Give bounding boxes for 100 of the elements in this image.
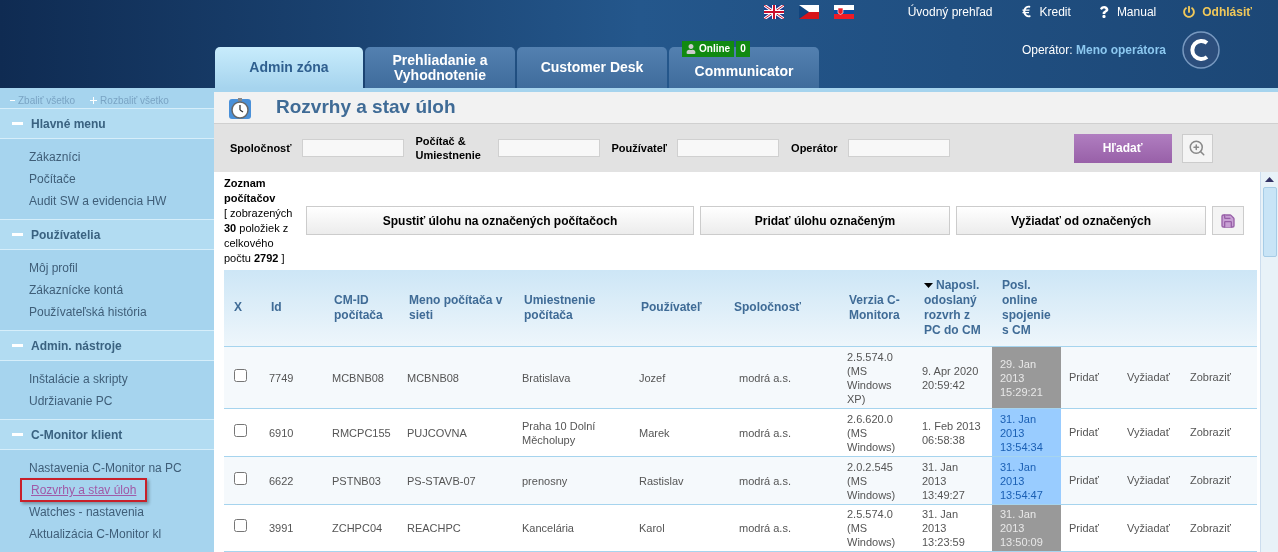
sidebar-link[interactable]: Udržiavanie PC: [20, 391, 122, 411]
table-cell: 6910: [269, 426, 294, 439]
scroll-up-icon[interactable]: [1265, 177, 1274, 182]
row-link[interactable]: Vyžiadať: [1127, 426, 1170, 439]
logo-icon: [1182, 30, 1220, 69]
section-header[interactable]: Hlavné menu: [0, 108, 214, 139]
top-link[interactable]: Odhlásiť: [1183, 2, 1252, 21]
sidebar-link[interactable]: Watches - nastavenia: [20, 502, 153, 522]
last-online-cell: 31. Jan 2013 13:54:47: [992, 456, 1061, 505]
online-badge: Online: [682, 41, 735, 57]
table-cell: RMCPC155: [332, 426, 391, 439]
section-header[interactable]: Admin. nástroje: [0, 330, 214, 361]
collapse-icon: [12, 233, 23, 236]
row-checkbox[interactable]: [234, 519, 247, 533]
table-cell: Bratislava: [522, 371, 571, 384]
filter-field[interactable]: [497, 139, 600, 157]
help-icon: [1097, 5, 1110, 18]
filter-label: Počítač & Umiestnenie: [415, 134, 482, 162]
row-link[interactable]: Vyžiadať: [1127, 521, 1170, 534]
export-button[interactable]: [1212, 206, 1244, 236]
uk-flag-icon[interactable]: [763, 4, 784, 19]
row-link[interactable]: Zobraziť: [1190, 426, 1231, 439]
scrollbar-thumb[interactable]: [1262, 187, 1277, 257]
table-cell: modrá a.s.: [739, 474, 791, 487]
cz-flag-icon[interactable]: [798, 4, 819, 19]
stopwatch-icon: [228, 95, 252, 120]
table-cell: 31. Jan 2013 13:49:27: [922, 460, 965, 501]
column-header[interactable]: Posl. online spojenie s CM: [992, 269, 1061, 347]
top-link[interactable]: Manual: [1097, 2, 1157, 21]
row-link[interactable]: Pridať: [1069, 426, 1099, 439]
action-button[interactable]: Pridať úlohu označeným: [700, 206, 950, 236]
table-cell: modrá a.s.: [739, 426, 791, 439]
sidebar-link[interactable]: Používateľská história: [20, 302, 156, 322]
operator-label: Operátor: Meno operátora: [1021, 41, 1166, 59]
row-checkbox[interactable]: [234, 368, 247, 382]
table-cell: 2.5.574.0 (MS Windows): [847, 508, 896, 548]
section-header[interactable]: C-Monitor klient: [0, 419, 214, 450]
action-button[interactable]: Spustiť úlohu na označených počítačoch: [306, 206, 694, 236]
online-count: 0: [736, 41, 750, 57]
zoom-in-icon: [1188, 139, 1207, 157]
top-link[interactable]: Kredit: [1019, 2, 1071, 21]
row-link[interactable]: Pridať: [1069, 474, 1099, 487]
top-link[interactable]: Úvodný prehľad: [907, 2, 993, 21]
collapse-icon: [12, 433, 23, 436]
last-online-cell: 29. Jan 2013 15:29:21: [992, 346, 1061, 409]
sk-flag-icon[interactable]: [833, 4, 854, 19]
column-header[interactable]: Meno počítača v sieti: [399, 269, 514, 347]
table-cell: 1. Feb 2013 06:58:38: [922, 419, 981, 446]
table-cell: modrá a.s.: [739, 371, 791, 384]
row-link[interactable]: Zobraziť: [1190, 521, 1231, 534]
sidebar-link[interactable]: Inštalácie a skripty: [20, 369, 137, 389]
table-cell: 2.5.574.0 (MS Windows XP): [847, 350, 893, 405]
column-header[interactable]: X: [224, 269, 261, 347]
nav-tab[interactable]: Prehliadanie a Vyhodnotenie: [365, 47, 515, 88]
sidebar-link[interactable]: Môj profil: [20, 258, 87, 278]
sidebar-link[interactable]: Zákaznícke kontá: [20, 280, 133, 300]
sidebar-link[interactable]: Audit SW a evidencia HW: [20, 191, 176, 211]
action-button[interactable]: Vyžiadať od označených: [956, 206, 1206, 236]
row-link[interactable]: Vyžiadať: [1127, 474, 1170, 487]
section-header[interactable]: Používatelia: [0, 219, 214, 250]
nav-tab[interactable]: Admin zóna: [215, 47, 363, 88]
row-link[interactable]: Pridať: [1069, 371, 1099, 384]
row-link[interactable]: Pridať: [1069, 521, 1099, 534]
euro-icon: [1019, 5, 1033, 18]
row-checkbox[interactable]: [234, 471, 247, 485]
column-header[interactable]: Naposl. odoslaný rozvrh z PC do CM: [914, 269, 992, 347]
sort-down-icon: [924, 283, 933, 289]
search-button[interactable]: Hľadať: [1073, 133, 1172, 163]
table-cell: prenosny: [522, 474, 568, 487]
save-icon: [1220, 212, 1236, 229]
table-cell: 2.0.2.545 (MS Windows): [847, 460, 896, 501]
table-cell: Rastislav: [639, 474, 684, 487]
table-cell: 9. Apr 2020 20:59:42: [922, 364, 979, 391]
column-header[interactable]: CM-ID počítača: [324, 269, 399, 347]
row-link[interactable]: Zobraziť: [1190, 474, 1231, 487]
table-cell: 6622: [269, 474, 294, 487]
filter-field[interactable]: [677, 139, 780, 157]
row-link[interactable]: Zobraziť: [1190, 371, 1231, 384]
sidebar-link[interactable]: Aktualizácia C-Monitor kl: [20, 524, 171, 544]
filter-field[interactable]: [847, 139, 950, 157]
scrollbar[interactable]: [1260, 172, 1278, 552]
row-checkbox[interactable]: [234, 423, 247, 437]
page-title: Rozvrhy a stav úloh: [276, 95, 456, 120]
column-header[interactable]: Id: [261, 269, 324, 347]
sidebar-link[interactable]: Rozvrhy a stav úloh: [20, 478, 148, 502]
sidebar-link[interactable]: Počítače: [20, 169, 85, 189]
table-cell: 7749: [269, 371, 294, 384]
row-link[interactable]: Vyžiadať: [1127, 371, 1170, 384]
column-header[interactable]: Spoločnosť: [724, 269, 839, 347]
filter-field[interactable]: [301, 139, 404, 157]
sidebar-link[interactable]: Zákazníci: [20, 147, 90, 167]
table-cell: Praha 10 Dolní Měcholupy: [522, 419, 596, 446]
nav-tab[interactable]: Customer Desk: [517, 47, 667, 88]
column-header[interactable]: Verzia C-Monitora: [839, 269, 914, 347]
plus-icon: [90, 96, 98, 104]
column-header[interactable]: Používateľ: [631, 269, 724, 347]
column-header[interactable]: Umiestnenie počítača: [514, 269, 631, 347]
filter-label: Operátor: [791, 141, 838, 155]
sidebar-link[interactable]: Nastavenia C-Monitor na PC: [20, 458, 191, 478]
advanced-search-button[interactable]: [1181, 133, 1213, 163]
